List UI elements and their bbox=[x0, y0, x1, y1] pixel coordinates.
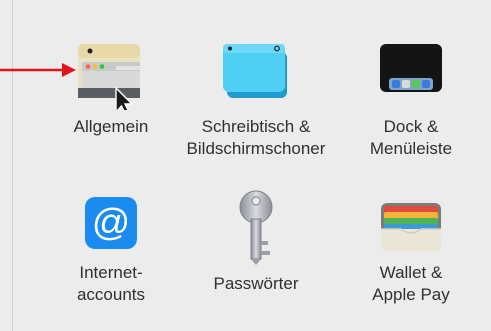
pane-wallet-label-line1: Wallet & bbox=[379, 263, 443, 282]
pane-desktop-screensaver[interactable]: Schreibtisch & Bildschirmschoner bbox=[171, 0, 341, 165]
pane-wallet-label-line2: Apple Pay bbox=[372, 285, 450, 304]
pane-desktop-label: Schreibtisch & Bildschirmschoner bbox=[171, 116, 341, 160]
pane-wallet-label: Wallet & Apple Pay bbox=[326, 262, 491, 306]
at-sign-icon: @ bbox=[85, 197, 137, 249]
key-icon bbox=[239, 190, 273, 265]
desktop-screensaver-icon bbox=[223, 44, 287, 98]
annotation-arrow bbox=[0, 63, 76, 77]
pane-dock-label-line2: Menüleiste bbox=[369, 139, 453, 158]
system-preferences-panel: Allgemein Schreibtisch & Bildschirmschon… bbox=[12, 0, 491, 331]
pane-desktop-label-line1: Schreibtisch & bbox=[201, 117, 311, 136]
general-window-icon bbox=[78, 44, 140, 110]
pane-passwords-label-line1: Passwörter bbox=[213, 274, 299, 293]
pane-dock-menubar[interactable]: Dock & Menüleiste bbox=[326, 0, 491, 165]
pane-passwords[interactable]: Passwörter bbox=[171, 185, 341, 331]
wallet-icon bbox=[381, 203, 441, 251]
pane-dock-label-line1: Dock & bbox=[383, 117, 439, 136]
svg-text:@: @ bbox=[92, 202, 131, 244]
pane-dock-label: Dock & Menüleiste bbox=[326, 116, 491, 160]
dock-menubar-icon bbox=[380, 44, 442, 92]
pane-passwords-label: Passwörter bbox=[171, 273, 341, 295]
pane-desktop-label-line2: Bildschirmschoner bbox=[186, 139, 326, 158]
pane-wallet-apple-pay[interactable]: Wallet & Apple Pay bbox=[326, 185, 491, 331]
